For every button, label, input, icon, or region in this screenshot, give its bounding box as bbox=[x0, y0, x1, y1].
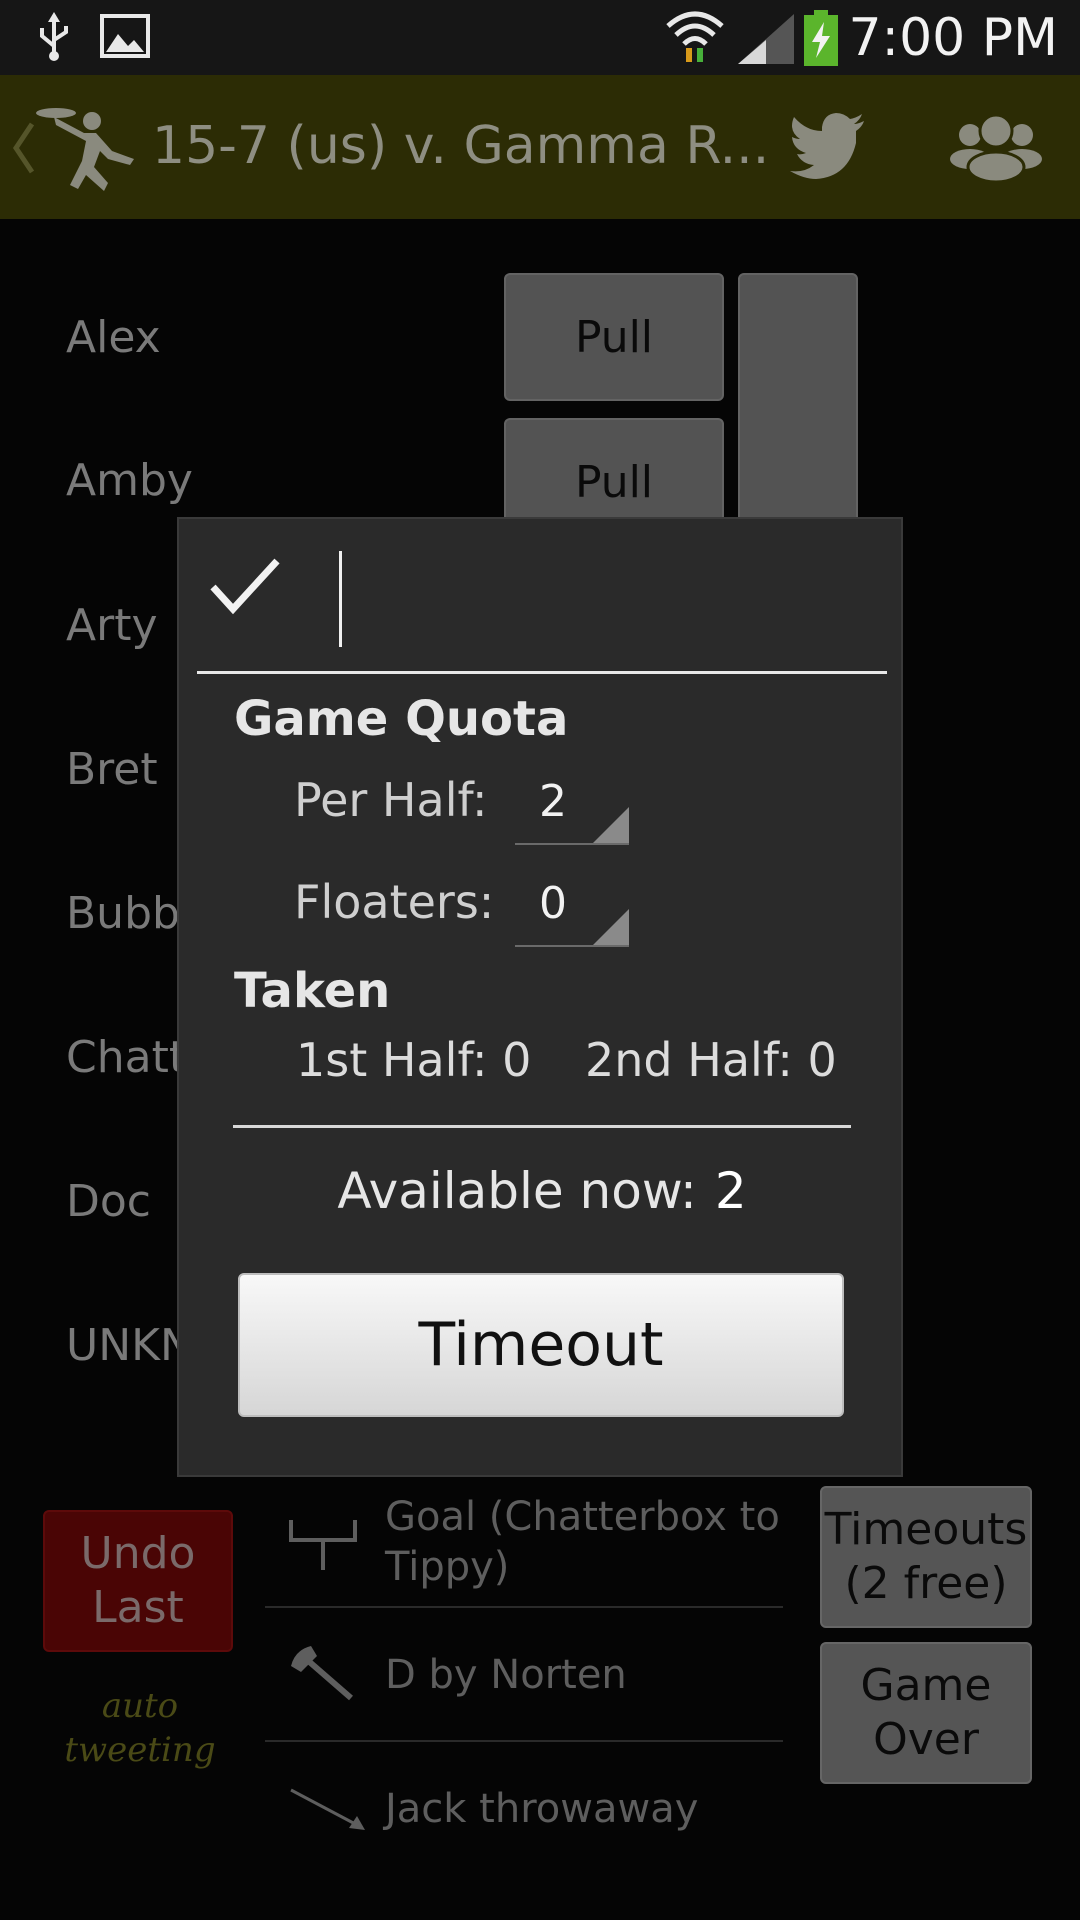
twitter-icon[interactable] bbox=[790, 113, 866, 179]
player-name[interactable]: Chatt bbox=[66, 1030, 186, 1086]
game-over-button[interactable]: Game Over bbox=[820, 1642, 1032, 1784]
axe-icon bbox=[291, 1646, 353, 1701]
image-icon bbox=[100, 14, 150, 58]
text-cursor bbox=[339, 551, 342, 647]
status-time: 7:00 PM bbox=[848, 8, 1058, 68]
second-half-taken: 2nd Half: 0 bbox=[585, 1033, 837, 1087]
action-bar: 15-7 (us) v. Gamma R... bbox=[0, 75, 1080, 219]
floaters-spinner[interactable]: 0 bbox=[515, 873, 629, 947]
available-now: Available now: 2 bbox=[337, 1162, 747, 1220]
timeouts-button[interactable]: Timeouts (2 free) bbox=[820, 1486, 1032, 1628]
spinner-arrow-icon bbox=[593, 807, 629, 843]
event-list-item[interactable]: D by Norten bbox=[265, 1608, 783, 1742]
event-list-item[interactable]: Goal (Chatterbox to Tippy) bbox=[265, 1488, 783, 1608]
checkmark-icon[interactable] bbox=[209, 555, 281, 615]
player-name[interactable]: UNKN bbox=[66, 1318, 193, 1374]
auto-tweeting-status: auto tweeting bbox=[64, 1686, 216, 1770]
ultimate-player-logo-icon[interactable] bbox=[34, 103, 144, 195]
per-half-label: Per Half: bbox=[294, 773, 488, 827]
goal-post-icon bbox=[289, 1520, 357, 1570]
first-half-taken: 1st Half: 0 bbox=[296, 1033, 532, 1087]
event-text: Goal (Chatterbox to Tippy) bbox=[385, 1494, 780, 1590]
wifi-icon bbox=[666, 11, 724, 62]
player-name[interactable]: Bubb bbox=[66, 886, 180, 942]
player-name[interactable]: Alex bbox=[66, 310, 161, 366]
taken-heading: Taken bbox=[234, 963, 391, 1019]
usb-icon bbox=[40, 12, 68, 61]
back-chevron-icon[interactable] bbox=[12, 120, 36, 176]
signal-icon bbox=[738, 14, 794, 64]
battery-icon bbox=[804, 10, 838, 66]
player-name[interactable]: Amby bbox=[66, 453, 193, 509]
floaters-label: Floaters: bbox=[294, 875, 495, 929]
timeout-dialog: Game Quota Per Half: 2 Floaters: 0 Taken… bbox=[177, 517, 903, 1477]
player-name[interactable]: Bret bbox=[66, 742, 158, 798]
game-title: 15-7 (us) v. Gamma R... bbox=[152, 116, 770, 176]
event-list-item[interactable]: Jack throwaway bbox=[265, 1742, 783, 1874]
timeout-button[interactable]: Timeout bbox=[238, 1273, 844, 1417]
undo-last-button[interactable]: Undo Last bbox=[43, 1510, 233, 1652]
divider bbox=[233, 1125, 851, 1128]
team-roster-icon[interactable] bbox=[950, 113, 1042, 183]
line-toggle-button[interactable] bbox=[738, 273, 858, 533]
timeout-note-input[interactable] bbox=[197, 531, 887, 674]
floaters-value: 0 bbox=[539, 878, 567, 929]
game-quota-heading: Game Quota bbox=[234, 691, 569, 747]
arrow-icon bbox=[290, 1788, 365, 1830]
event-text: Jack throwaway bbox=[385, 1786, 699, 1832]
event-text: D by Norten bbox=[385, 1652, 627, 1698]
player-name[interactable]: Arty bbox=[66, 598, 157, 654]
player-name[interactable]: Doc bbox=[66, 1174, 151, 1230]
pull-button[interactable]: Pull bbox=[504, 273, 724, 401]
per-half-value: 2 bbox=[539, 776, 567, 827]
status-bar: 7:00 PM bbox=[0, 0, 1080, 75]
spinner-arrow-icon bbox=[593, 909, 629, 945]
per-half-spinner[interactable]: 2 bbox=[515, 771, 629, 845]
